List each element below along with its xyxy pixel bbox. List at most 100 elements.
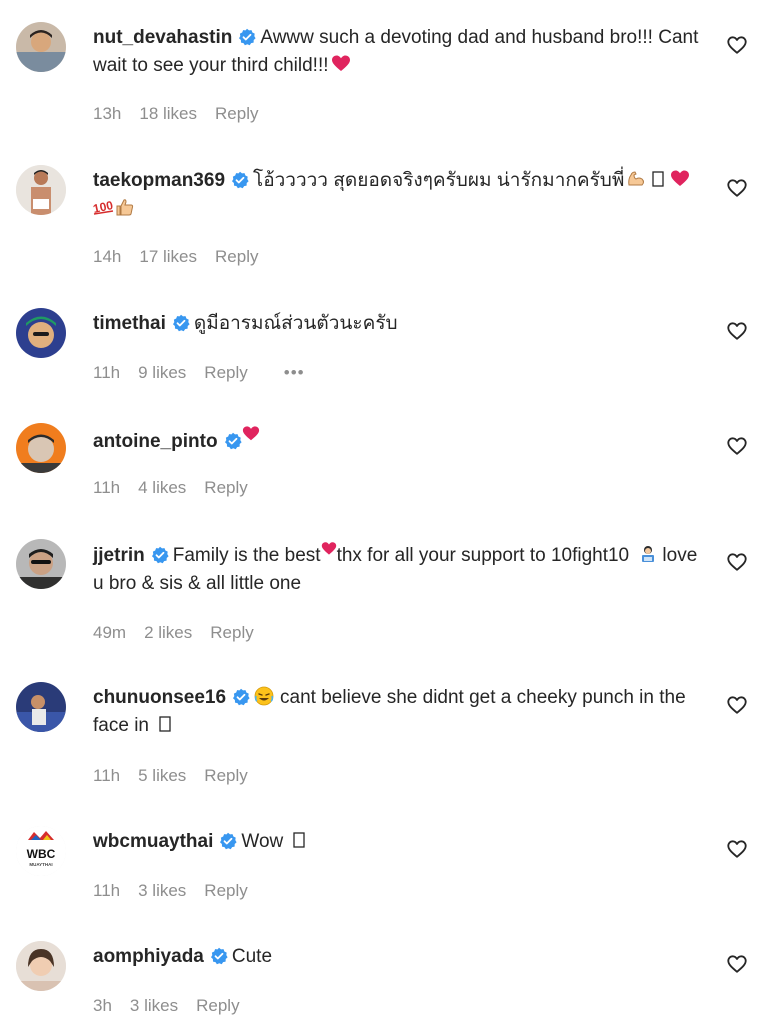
comment-body: taekopman369 โอ้ววววว สุดยอดจริงๆครับผม น… [93,167,703,223]
comment-likes[interactable]: 2 likes [144,623,192,642]
avatar[interactable] [16,539,66,589]
comment-meta: 11h 5 likes Reply [93,766,266,786]
reply-button[interactable]: Reply [204,478,247,497]
verified-badge-icon [224,432,242,450]
comment-body: aomphiyada Cute [93,943,703,971]
comment-body: antoine_pinto [93,425,703,456]
comment-username[interactable]: wbcmuaythai [93,831,213,852]
verified-badge-icon [232,688,250,706]
red-heart-emoji-icon [321,541,337,557]
avatar-photo-icon [16,308,66,358]
verified-badge-icon [238,28,256,46]
verified-badge-icon [210,947,228,965]
reply-button[interactable]: Reply [215,247,258,266]
red-heart-emoji-icon [670,169,690,189]
comment-list: nut_devahastin Awww such a devoting dad a… [0,0,758,1024]
comment-timestamp: 3h [93,996,112,1015]
avatar[interactable] [16,308,66,358]
wbc-logo-icon: WBC MUAYTHAI [16,826,66,876]
comment-meta: 3h 3 likes Reply [93,996,258,1016]
comment-body: chunuonsee16 cant believe she didnt get a… [93,684,703,740]
flexed-biceps-emoji-icon [626,169,646,189]
comment-timestamp: 11h [93,478,121,497]
reply-button[interactable]: Reply [204,881,247,900]
avatar[interactable] [16,423,66,473]
comment-text: ดูมีอารมณ์ส่วนตัวนะครับ [193,313,398,334]
comment-body: wbcmuaythai Wow [93,828,703,856]
reply-button[interactable]: Reply [196,996,239,1015]
comment-timestamp: 11h [93,766,121,785]
comment-timestamp: 13h [93,104,122,123]
comment-likes[interactable]: 9 likes [138,363,186,382]
tofu-box-emoji-icon [155,714,175,734]
person-at-computer-emoji-icon [638,544,658,564]
comment-text: โอ้ววววว สุดยอดจริงๆครับผม น่ารักมากครับ… [253,170,625,191]
crying-laughing-face-emoji-icon [254,686,274,706]
like-heart-icon[interactable] [726,320,748,342]
comment-body: jjetrin Family is the best thx for all you… [93,541,703,598]
red-heart-emoji-icon [242,425,262,445]
like-heart-icon[interactable] [726,435,748,457]
comment-timestamp: 49m [93,623,127,642]
comment-meta: 49m 2 likes Reply [93,623,272,643]
verified-badge-icon [172,314,190,332]
comment-likes[interactable]: 18 likes [139,104,197,123]
like-heart-icon[interactable] [726,177,748,199]
comment-username[interactable]: timethai [93,313,166,334]
comment-meta: 11h 3 likes Reply [93,881,266,901]
comment-likes[interactable]: 17 likes [139,247,197,266]
comment-text: thx for all your support to 10fight10 [336,545,630,566]
comment-text: Family is the best [172,545,321,566]
reply-button[interactable]: Reply [204,363,247,382]
comment-meta: 13h 18 likes Reply [93,104,276,124]
comment-body: timethai ดูมีอารมณ์ส่วนตัวนะครับ [93,310,703,338]
like-heart-icon[interactable] [726,838,748,860]
comment-meta: 11h 9 likes Reply ••• [93,363,323,383]
svg-text:WBC: WBC [27,847,56,861]
avatar-photo-icon [16,682,66,732]
comment-body: nut_devahastin Awww such a devoting dad a… [93,24,703,80]
comment-likes[interactable]: 5 likes [138,766,186,785]
avatar[interactable] [16,22,66,72]
comment-timestamp: 11h [93,881,121,900]
comment-username[interactable]: chunuonsee16 [93,687,226,708]
like-heart-icon[interactable] [726,551,748,573]
comment-text: Wow [241,831,284,852]
verified-badge-icon [219,832,237,850]
reply-button[interactable]: Reply [210,623,253,642]
reply-button[interactable]: Reply [204,766,247,785]
comment-username[interactable]: nut_devahastin [93,27,232,48]
more-options-button[interactable]: ••• [284,363,305,382]
avatar-photo-icon [16,539,66,589]
comment-meta: 14h 17 likes Reply [93,247,276,267]
avatar-photo-icon [16,941,66,991]
comment-username[interactable]: taekopman369 [93,170,225,191]
avatar[interactable]: WBC MUAYTHAI [16,826,66,876]
comment-likes[interactable]: 3 likes [138,881,186,900]
like-heart-icon[interactable] [726,953,748,975]
comment-timestamp: 11h [93,363,121,382]
comment-username[interactable]: aomphiyada [93,946,204,967]
avatar[interactable] [16,165,66,215]
tofu-box-emoji-icon [289,830,309,850]
comment-likes[interactable]: 4 likes [138,478,186,497]
comment-likes[interactable]: 3 likes [130,996,178,1015]
hundred-points-emoji-icon: 100 [93,197,115,217]
comment-meta: 11h 4 likes Reply [93,478,266,498]
comment-username[interactable]: jjetrin [93,545,145,566]
comment-username[interactable]: antoine_pinto [93,431,218,452]
verified-badge-icon [151,546,169,564]
reply-button[interactable]: Reply [215,104,258,123]
svg-text:MUAYTHAI: MUAYTHAI [29,862,52,867]
verified-badge-icon [231,171,249,189]
comment-text: Cute [231,946,273,967]
like-heart-icon[interactable] [726,694,748,716]
avatar[interactable] [16,682,66,732]
avatar[interactable] [16,941,66,991]
thumbs-up-emoji-icon [115,197,135,217]
like-heart-icon[interactable] [726,34,748,56]
avatar-photo-icon [16,165,66,215]
comment-timestamp: 14h [93,247,122,266]
avatar-photo-icon [16,423,66,473]
tofu-box-emoji-icon [648,169,668,189]
